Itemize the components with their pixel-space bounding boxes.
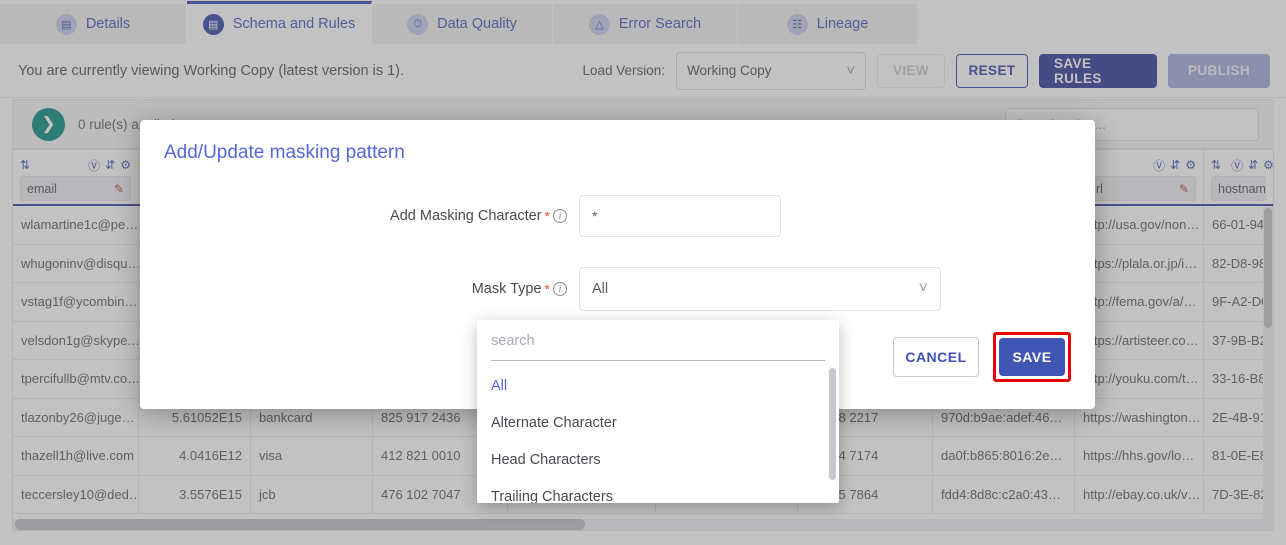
dropdown-option[interactable]: Alternate Character — [477, 404, 839, 441]
required-marker: * — [545, 208, 550, 224]
info-icon[interactable]: i — [553, 209, 567, 223]
cancel-button[interactable]: CANCEL — [893, 337, 979, 377]
mask-type-value: All — [592, 281, 608, 297]
dropdown-search-input[interactable]: search — [491, 333, 825, 361]
info-icon[interactable]: i — [553, 282, 567, 296]
save-button-highlight: SAVE — [993, 332, 1071, 382]
dropdown-scroll-thumb[interactable] — [829, 368, 836, 480]
app-root: ▤ Details ▤ Schema and Rules ⏱ Data Qual… — [0, 0, 1286, 545]
mask-type-label: Mask Type — [472, 281, 542, 297]
save-button[interactable]: SAVE — [999, 338, 1065, 376]
masking-character-input[interactable]: * — [579, 195, 781, 237]
masking-character-label-group: Add Masking Character * i — [164, 208, 579, 224]
dropdown-option[interactable]: Trailing Characters — [477, 478, 839, 503]
dropdown-option[interactable]: All — [477, 367, 839, 404]
mask-type-label-group: Mask Type * i — [164, 281, 579, 297]
masking-character-label: Add Masking Character — [390, 208, 542, 224]
dropdown-option-list: AllAlternate CharacterHead CharactersTra… — [477, 367, 839, 503]
chevron-down-icon: ˅ — [919, 280, 928, 298]
masking-character-value: * — [592, 208, 597, 224]
mask-type-row: Mask Type * i All ˅ — [164, 267, 941, 311]
required-marker: * — [545, 281, 550, 297]
dialog-title: Add/Update masking pattern — [164, 142, 405, 164]
dropdown-option[interactable]: Head Characters — [477, 441, 839, 478]
dropdown-search-placeholder: search — [491, 333, 535, 349]
mask-type-dropdown: search AllAlternate CharacterHead Charac… — [477, 320, 839, 503]
masking-character-row: Add Masking Character * i * — [164, 195, 781, 237]
dialog-actions: CANCEL SAVE — [893, 332, 1071, 382]
mask-type-select[interactable]: All ˅ — [579, 267, 941, 311]
dropdown-scrollbar[interactable] — [829, 368, 836, 498]
